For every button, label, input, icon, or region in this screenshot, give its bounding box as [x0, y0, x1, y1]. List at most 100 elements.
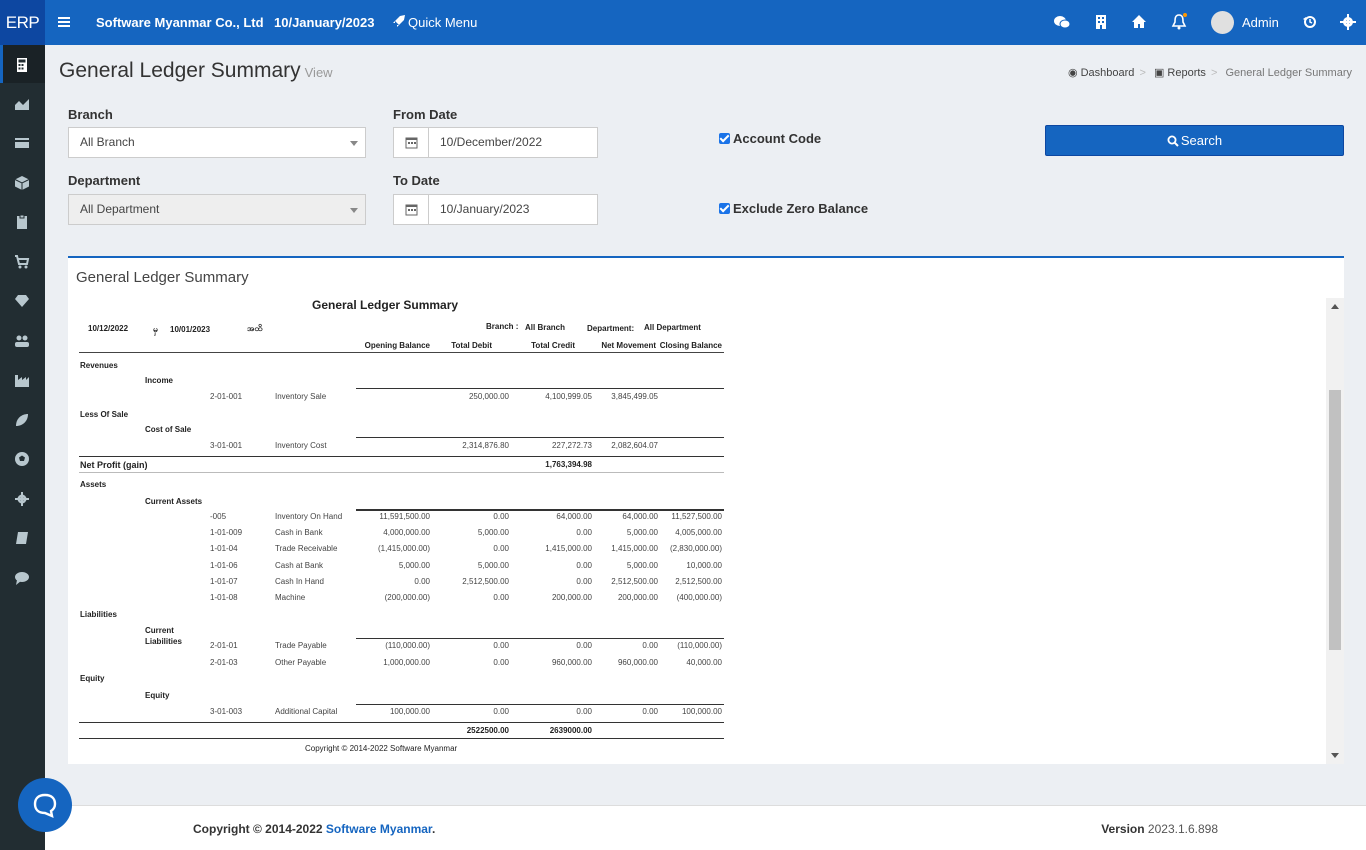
scrollbar[interactable] — [1326, 298, 1344, 764]
cog-icon[interactable] — [14, 491, 30, 507]
ledger-cell-cb: 4,005,000.00 — [675, 528, 722, 538]
ledger-cell-cb: 10,000.00 — [686, 560, 722, 570]
ledger-cell-name: Trade Receivable — [275, 544, 338, 554]
comment-icon[interactable] — [14, 570, 30, 586]
scroll-down-icon[interactable] — [1331, 753, 1339, 758]
ledger-cell-code: 1-01-08 — [210, 593, 238, 602]
cube-icon: ▣ — [1153, 67, 1165, 79]
ledger-cell-name: Inventory Cost — [275, 441, 327, 450]
avatar[interactable] — [1211, 11, 1234, 34]
divider — [356, 509, 724, 511]
ledger-cell-code: 3-01-003 — [210, 707, 243, 716]
breadcrumb-reports[interactable]: Reports — [1167, 67, 1206, 79]
breadcrumb-dashboard[interactable]: Dashboard — [1081, 67, 1135, 79]
diamond-icon[interactable] — [14, 293, 30, 309]
ledger-cell-dr: 0.00 — [493, 512, 509, 521]
ledger-cell-nm: 5,000.00 — [626, 560, 658, 570]
report-department-label: Department: — [587, 324, 635, 333]
calendar-icon[interactable] — [394, 195, 429, 224]
clipboard-icon[interactable] — [14, 214, 30, 230]
hamburger-icon[interactable] — [56, 13, 74, 31]
wechat-icon[interactable] — [1053, 13, 1071, 31]
department-select[interactable]: All Department — [68, 194, 366, 225]
col-net-movement: Net Movement — [601, 341, 656, 350]
footer: Copyright © 2014-2022 Software Myanmar. … — [45, 805, 1366, 850]
net-profit-value: 1,763,394.98 — [545, 460, 592, 469]
divider — [356, 638, 724, 639]
credit-card-icon[interactable] — [14, 135, 30, 151]
ledger-cell-ob: (200,000.00) — [384, 593, 430, 602]
leaf-icon[interactable] — [14, 412, 30, 428]
ledger-cell-dr: 0.00 — [493, 593, 509, 602]
from-date-field[interactable]: 10/December/2022 — [393, 127, 598, 158]
ledger-cell-dr: 5,000.00 — [477, 560, 509, 570]
report-branch: All Branch — [525, 323, 566, 332]
caret-down-icon — [350, 208, 358, 213]
net-profit-label: Net Profit (gain) — [80, 460, 148, 470]
ledger-cell-cb: 40,000.00 — [686, 658, 722, 667]
ledger-cell-cr: 0.00 — [576, 641, 592, 650]
ledger-cell-dr: 2,314,876.80 — [462, 441, 509, 450]
chat-bubble-icon[interactable] — [32, 792, 58, 818]
search-button[interactable]: Search — [1045, 125, 1344, 156]
ledger-cell-cb: 11,527,500.00 — [671, 512, 722, 521]
ledger-cell-nm: 0.00 — [642, 707, 658, 716]
ledger-cell-dr: 0.00 — [493, 641, 509, 650]
gear-icon[interactable] — [1339, 13, 1357, 31]
ledger-cell-nm: 3,845,499.05 — [611, 392, 658, 401]
ledger-cell-code: 2-01-03 — [210, 658, 238, 667]
page-title: General Ledger Summary View — [59, 59, 333, 82]
footer-version: Version 2023.1.6.898 — [1101, 822, 1218, 836]
divider — [356, 704, 724, 705]
ledger-cell-ob: (1,415,000.00) — [377, 544, 430, 554]
chat-widget-button[interactable] — [18, 778, 72, 832]
footer-copyright: Copyright © 2014-2022 Software Myanmar. — [193, 822, 436, 836]
cube-icon[interactable] — [14, 175, 30, 191]
ledger-cell-cb: (110,000.00) — [677, 641, 722, 650]
divider — [356, 388, 724, 389]
sidebar — [0, 45, 45, 850]
group-current-assets: Current Assets — [145, 497, 203, 506]
ledger-cell-ob: 0.00 — [414, 576, 430, 586]
industry-icon[interactable] — [14, 372, 30, 388]
exclude-zero-checkbox[interactable]: Exclude Zero Balance — [719, 201, 868, 216]
col-opening-balance: Opening Balance — [364, 341, 430, 350]
brand-logo[interactable]: ERP — [0, 0, 45, 45]
book-icon[interactable] — [14, 530, 30, 546]
branch-select[interactable]: All Branch — [68, 127, 366, 158]
divider — [79, 352, 724, 353]
cart-icon[interactable] — [14, 254, 30, 270]
section-liabilities: Liabilities — [80, 610, 117, 619]
quick-menu-link[interactable]: Quick Menu — [408, 0, 477, 45]
to-date-field[interactable]: 10/January/2023 — [393, 194, 598, 225]
checkbox-checked-icon — [719, 133, 730, 144]
area-chart-icon[interactable] — [14, 96, 30, 112]
user-name[interactable]: Admin — [1242, 0, 1279, 45]
rocket-icon[interactable] — [392, 14, 406, 28]
home-icon[interactable] — [1130, 13, 1148, 31]
calendar-icon[interactable] — [394, 128, 429, 157]
users-icon[interactable] — [14, 333, 30, 349]
scroll-up-icon[interactable] — [1331, 304, 1339, 309]
account-code-checkbox[interactable]: Account Code — [719, 131, 821, 146]
ledger-cell-nm: 2,512,500.00 — [611, 576, 658, 586]
report-to-date: 10/01/2023 — [170, 325, 211, 334]
dashboard-icon: ◉ — [1067, 67, 1078, 79]
panel-title: General Ledger Summary — [76, 269, 249, 286]
search-icon — [1167, 135, 1179, 147]
calculator-icon[interactable] — [14, 57, 30, 73]
bell-icon[interactable] — [1170, 13, 1188, 31]
section-revenues: Revenues — [80, 361, 118, 370]
group-cost-of-sale: Cost of Sale — [145, 425, 192, 434]
building-icon[interactable] — [1092, 13, 1110, 31]
ledger-cell-nm: 2,082,604.07 — [611, 441, 658, 450]
company-name: Software Myanmar Co., Ltd — [96, 15, 264, 30]
history-icon[interactable] — [1301, 13, 1319, 31]
report-branch-label: Branch : — [486, 322, 519, 331]
col-total-debit: Total Debit — [451, 341, 492, 350]
footer-link[interactable]: Software Myanmar — [326, 822, 432, 836]
soccer-ball-icon[interactable] — [14, 451, 30, 467]
scroll-thumb[interactable] — [1329, 390, 1341, 650]
to-date-label: To Date — [393, 173, 440, 188]
col-total-credit: Total Credit — [531, 341, 575, 350]
